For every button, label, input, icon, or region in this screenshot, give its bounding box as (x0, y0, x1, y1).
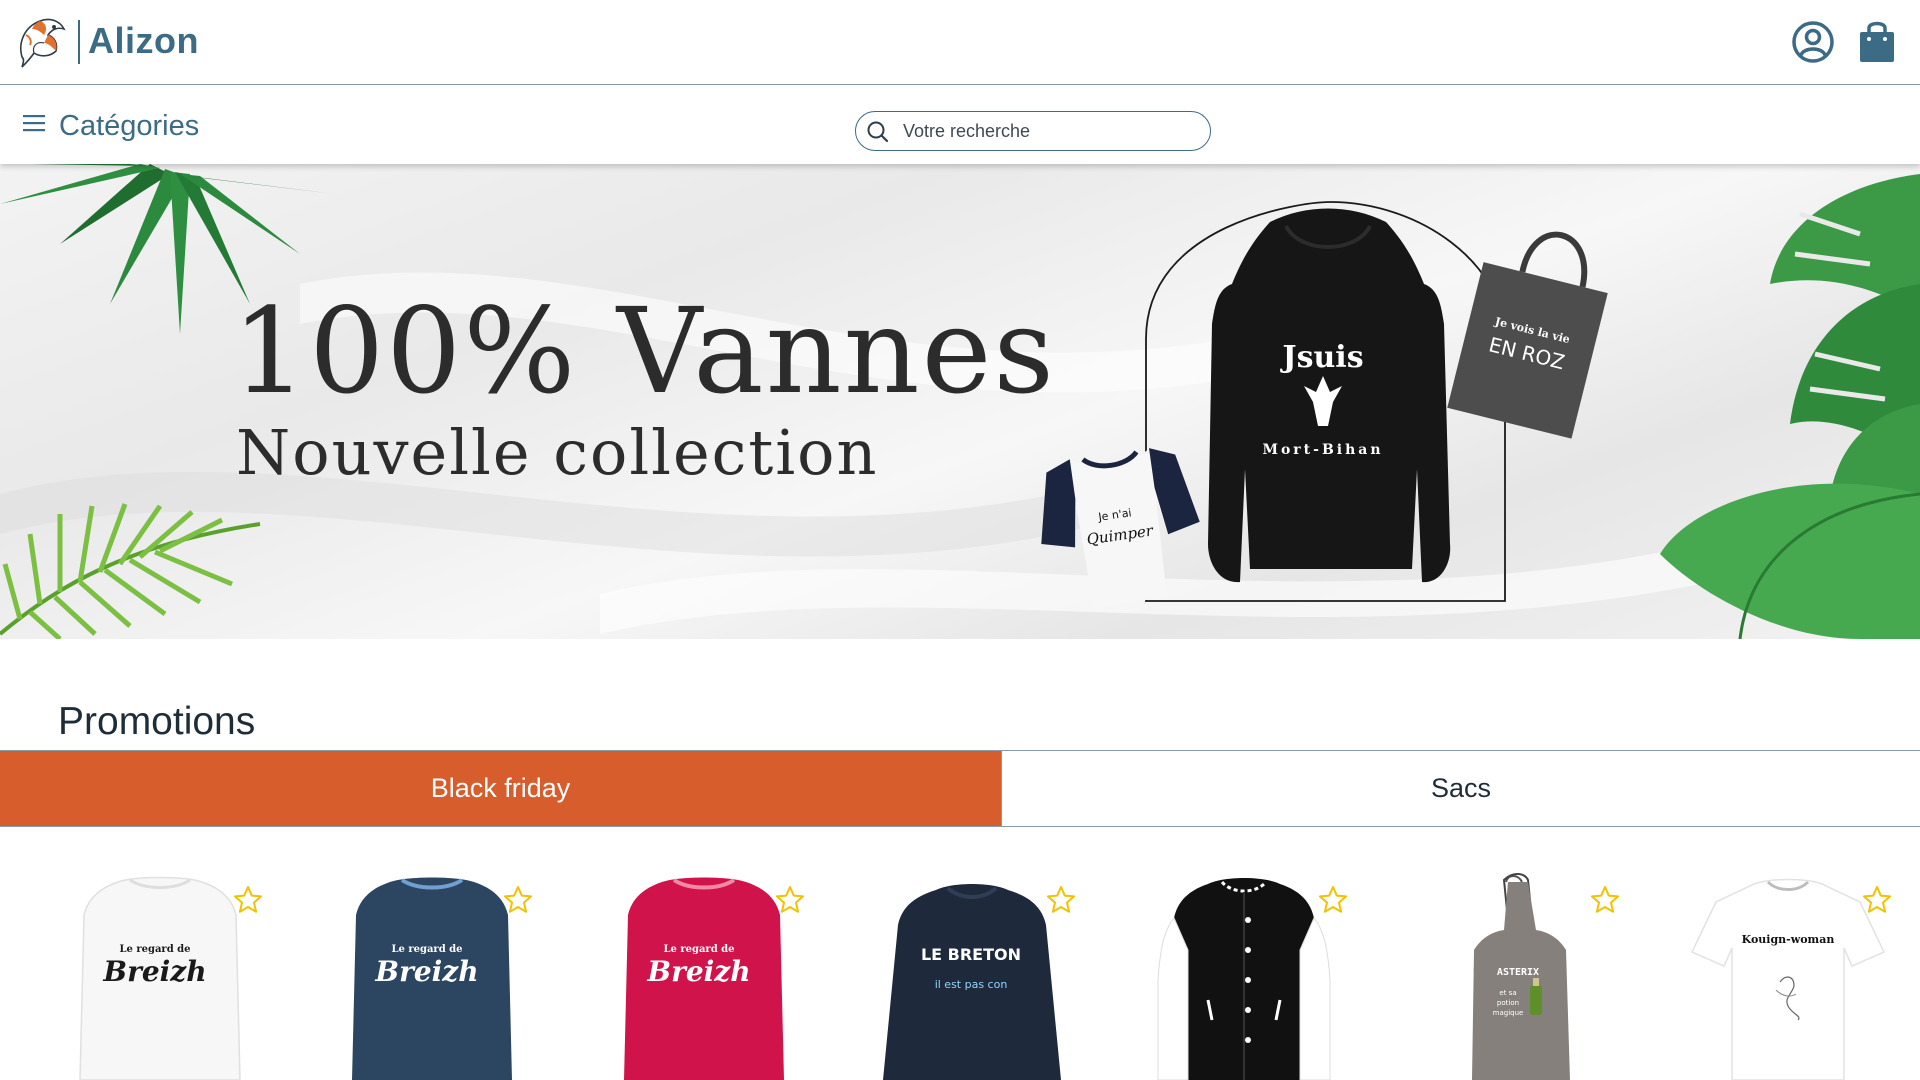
product-card[interactable]: Le regard de Breizh (312, 870, 552, 1080)
svg-text:et sa: et sa (1499, 989, 1516, 997)
svg-text:Breizh: Breizh (374, 955, 478, 988)
svg-text:Mort-Bihan: Mort-Bihan (1262, 442, 1383, 458)
logo-divider (78, 20, 80, 64)
star-outline-icon[interactable] (775, 885, 805, 915)
svg-text:Breizh: Breizh (646, 955, 750, 988)
star-outline-icon[interactable] (1046, 885, 1076, 915)
star-outline-icon[interactable] (1590, 885, 1620, 915)
hamburger-menu-icon[interactable] (22, 111, 46, 135)
tab-black-friday[interactable]: Black friday (0, 751, 1002, 826)
product-card[interactable]: LE BRETON il est pas con (856, 870, 1096, 1080)
svg-text:Breizh: Breizh (102, 955, 206, 988)
svg-text:potion: potion (1497, 999, 1519, 1007)
star-outline-icon[interactable] (1862, 885, 1892, 915)
promotions-heading: Promotions (58, 700, 256, 743)
svg-text:Le regard de: Le regard de (663, 944, 734, 955)
top-header: Alizon (0, 0, 1920, 85)
product-card[interactable] (1128, 870, 1368, 1080)
product-card[interactable]: Kouign-woman (1672, 870, 1912, 1080)
svg-text:ASTERIX: ASTERIX (1497, 967, 1539, 978)
svg-text:Le regard de: Le regard de (391, 944, 462, 955)
star-outline-icon[interactable] (503, 885, 533, 915)
svg-text:magique: magique (1493, 1009, 1524, 1017)
tote-bag-product-image: Je vois la vie EN ROZ (1447, 231, 1608, 439)
categories-menu-label[interactable]: Catégories (59, 110, 199, 143)
svg-text:Jsuis: Jsuis (1279, 340, 1363, 375)
hero-banner[interactable]: Jsuis Mort-Bihan Je vois la vie EN ROZ J… (0, 164, 1920, 639)
category-nav-bar: Catégories (0, 86, 1920, 164)
hero-subtitle: Nouvelle collection (236, 416, 879, 489)
shopping-bag-icon[interactable] (1857, 18, 1897, 64)
product-card[interactable]: ASTERIX et sa potion magique (1400, 870, 1640, 1080)
user-circle-icon[interactable] (1791, 20, 1835, 64)
star-outline-icon[interactable] (233, 885, 263, 915)
koi-fish-logo-icon[interactable] (14, 13, 72, 71)
product-card[interactable]: Le regard de Breizh (40, 870, 280, 1080)
svg-text:Kouign-woman: Kouign-woman (1742, 933, 1835, 946)
hero-title: 100% Vannes (232, 282, 1056, 420)
svg-text:LE BRETON: LE BRETON (921, 945, 1021, 964)
hoodie-product-image: Jsuis Mort-Bihan (1208, 208, 1451, 583)
svg-text:il est pas con: il est pas con (935, 978, 1008, 991)
monstera-leaves-right (1660, 174, 1920, 639)
brand-name[interactable]: Alizon (88, 20, 199, 62)
star-outline-icon[interactable] (1318, 885, 1348, 915)
search-input[interactable] (903, 116, 1198, 146)
tab-sacs[interactable]: Sacs (1002, 751, 1920, 826)
search-bar (855, 111, 1211, 151)
promotion-tabs: Black friday Sacs (0, 750, 1920, 827)
product-card[interactable]: Le regard de Breizh (584, 870, 824, 1080)
svg-text:Le regard de: Le regard de (119, 944, 190, 955)
search-icon[interactable] (866, 120, 890, 144)
